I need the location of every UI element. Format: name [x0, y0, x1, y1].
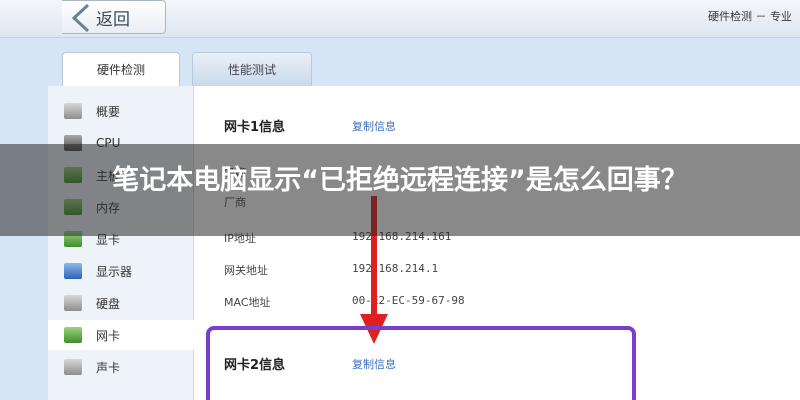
tab-hardware-check[interactable]: 硬件检测 [62, 52, 180, 86]
card1-copy-link[interactable]: 复制信息 [352, 118, 396, 134]
monitor-icon [64, 263, 82, 279]
sidebar-item-label: 硬盘 [96, 296, 121, 311]
top-bar: 返回 硬件检测 － 专业 [0, 0, 800, 38]
sidebar: 概要 CPU 主板 内存 显卡 显示器 硬盘 网卡 [48, 86, 194, 400]
info-label-mac: MAC地址 [224, 296, 271, 309]
disk-icon [64, 295, 82, 311]
window-title: 硬件检测 － 专业 [708, 10, 792, 23]
sidebar-item-label: 显示器 [96, 264, 133, 279]
back-arrow-icon [66, 1, 100, 35]
content-panel: 网卡1信息 复制信息 名称 厂商 IP地址 192.168.214.161 网关… [194, 86, 800, 400]
overview-icon [64, 103, 82, 119]
sidebar-item-sound-card[interactable]: 声卡 [48, 352, 194, 382]
banner-title: 笔记本电脑显示“已拒绝远程连接”是怎么回事？ [112, 165, 688, 196]
card1-title: 网卡1信息 [224, 120, 286, 135]
sidebar-item-disk[interactable]: 硬盘 [48, 288, 194, 318]
sidebar-item-monitor[interactable]: 显示器 [48, 256, 194, 286]
sidebar-item-network-card[interactable]: 网卡 [48, 320, 194, 350]
sidebar-item-label: 网卡 [96, 328, 121, 343]
sound-card-icon [64, 359, 82, 375]
info-label-gateway: 网关地址 [224, 264, 268, 277]
tab-performance-test[interactable]: 性能测试 [192, 52, 312, 86]
card2-copy-link[interactable]: 复制信息 [352, 356, 396, 372]
back-button-label: 返回 [96, 9, 130, 30]
sidebar-item-label: 概要 [96, 104, 121, 119]
network-card-icon [64, 327, 82, 343]
tab-bar: 硬件检测 性能测试 [62, 52, 312, 86]
sidebar-item-overview[interactable]: 概要 [48, 96, 194, 126]
back-button[interactable]: 返回 [62, 0, 166, 34]
card2-title: 网卡2信息 [224, 358, 286, 373]
sidebar-item-label: 声卡 [96, 360, 121, 375]
